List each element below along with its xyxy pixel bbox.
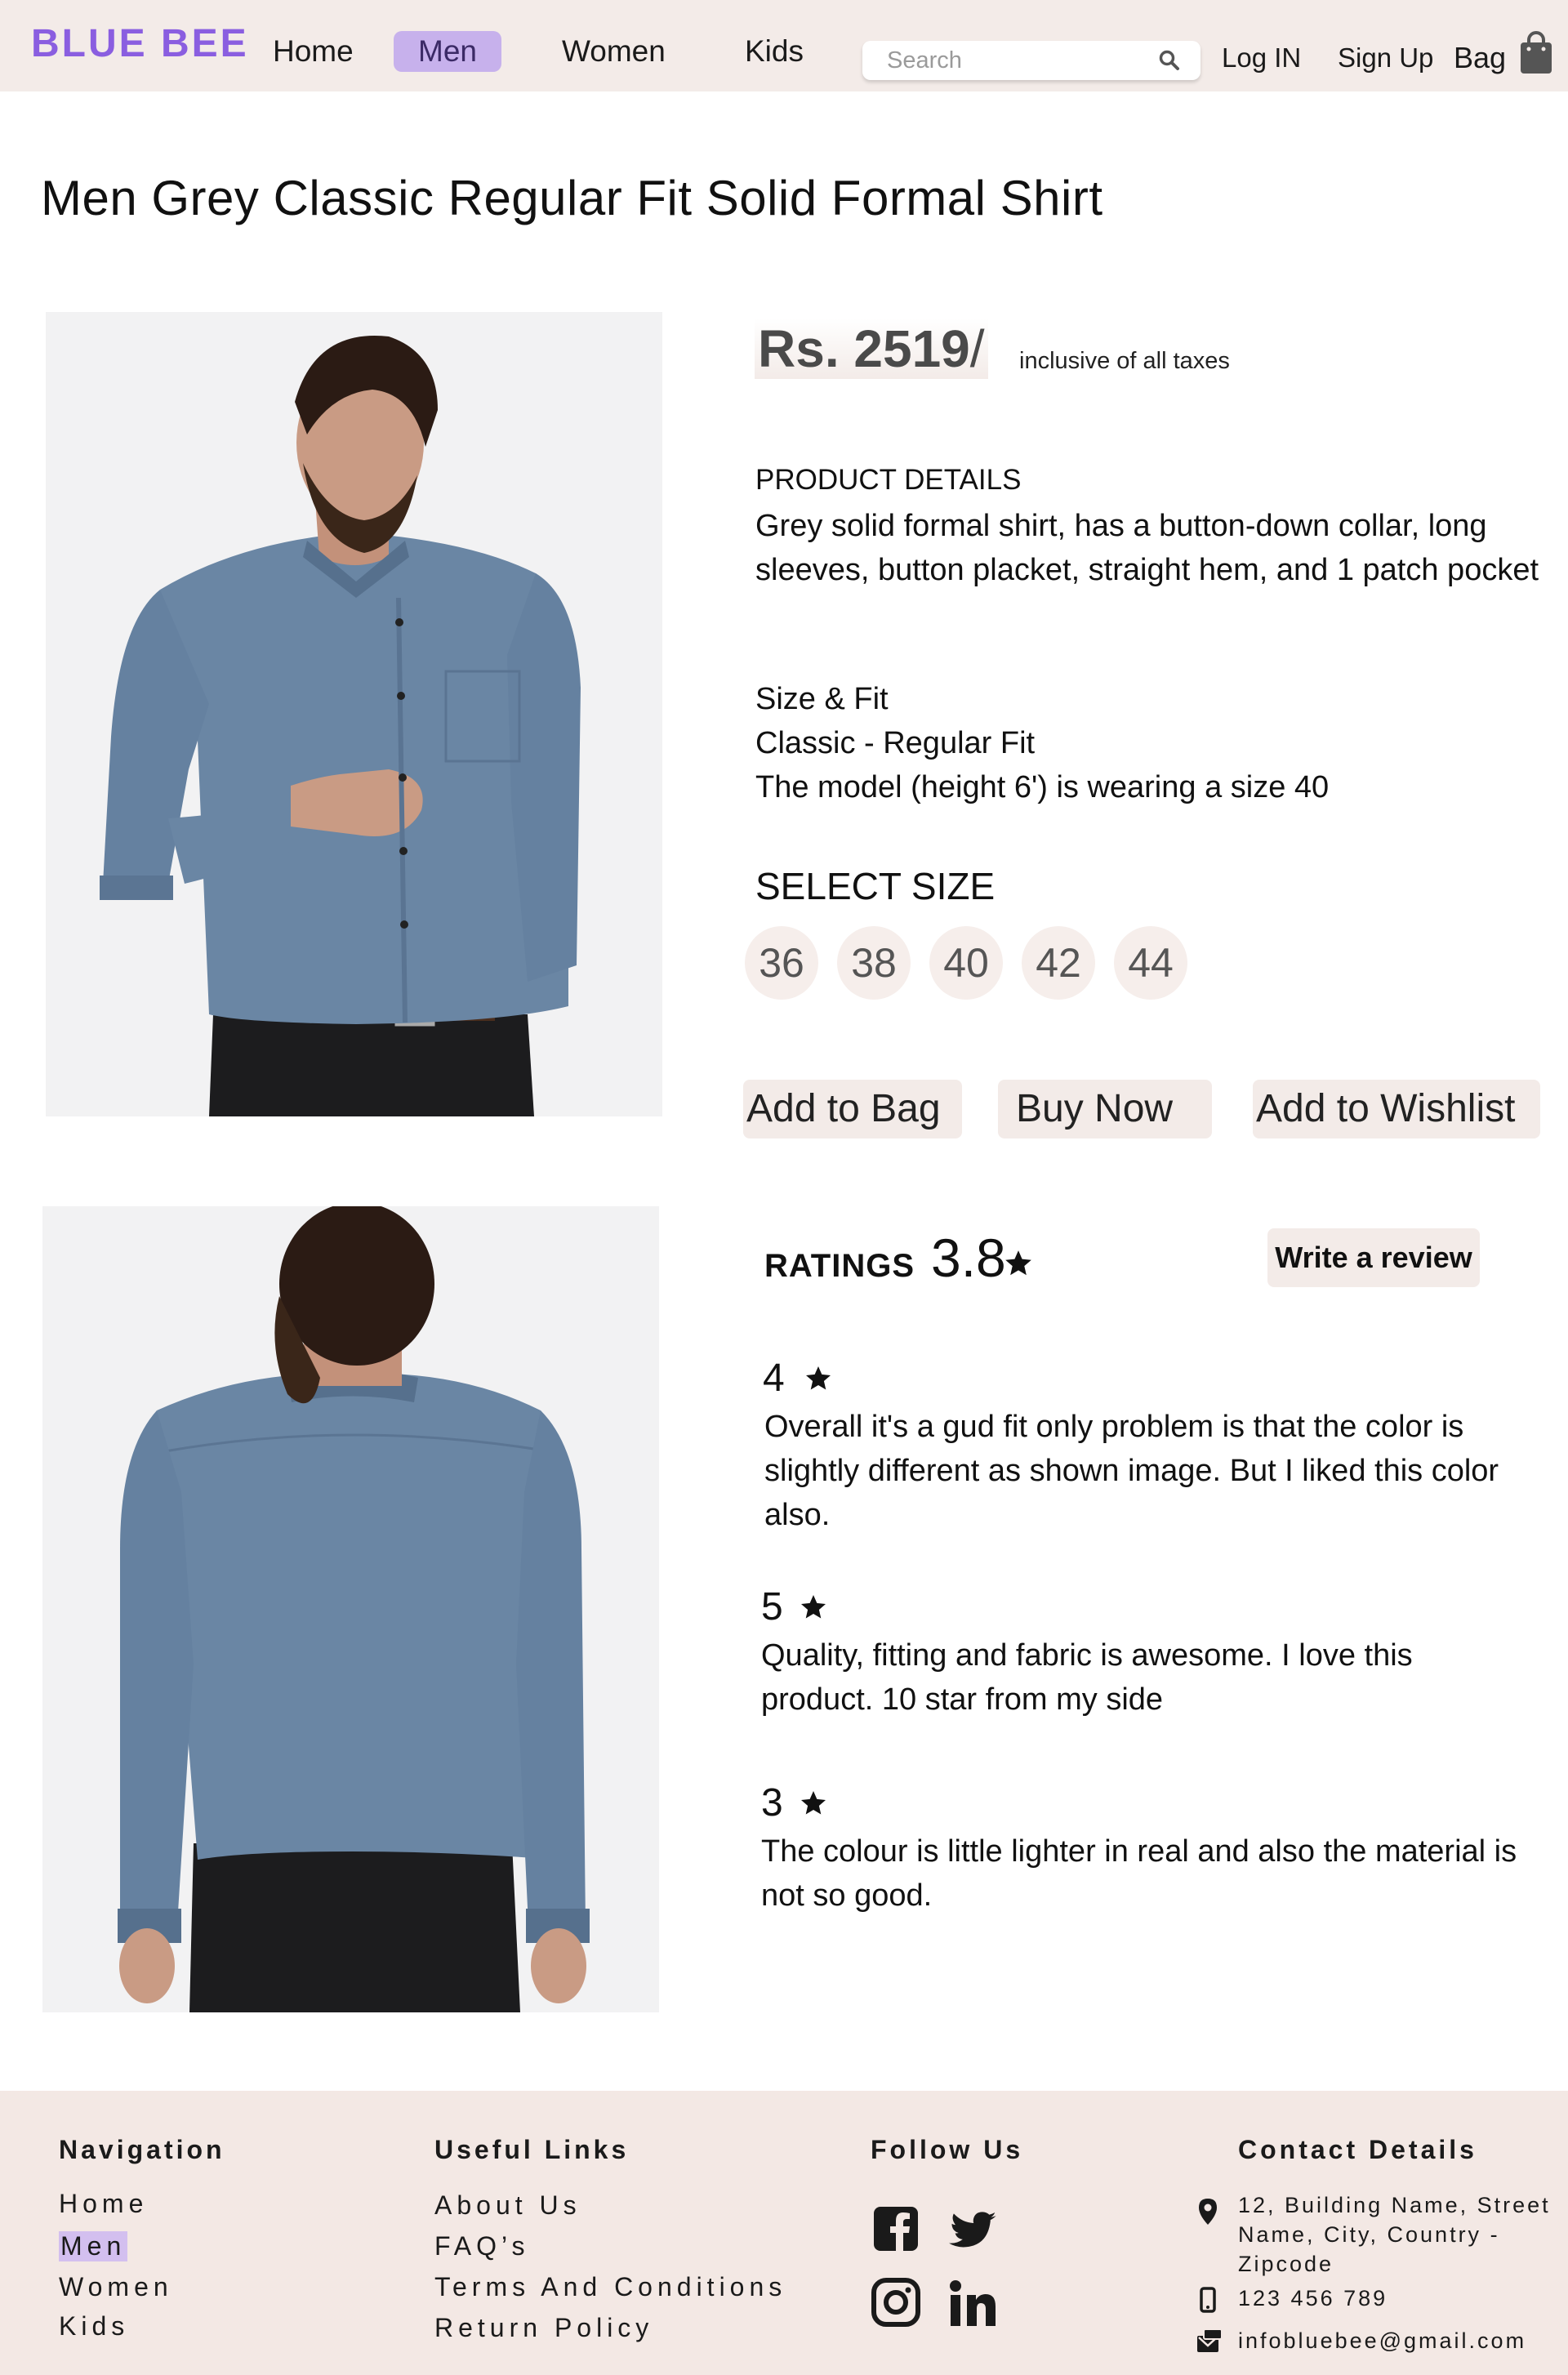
product-details-heading: PRODUCT DETAILS — [755, 464, 1022, 496]
write-review-button[interactable]: Write a review — [1267, 1228, 1480, 1287]
email-icon — [1196, 2328, 1223, 2358]
top-navbar: BLUE BEE Home Men Women Kids Search Log … — [0, 0, 1568, 91]
footer-link-men[interactable]: Men — [59, 2231, 128, 2261]
login-link[interactable]: Log IN — [1222, 42, 1301, 74]
review-score: 3 — [761, 1781, 783, 1825]
nav-kids[interactable]: Kids — [745, 34, 804, 69]
search-icon[interactable] — [1158, 49, 1181, 76]
average-rating: 3.8 — [931, 1228, 1006, 1288]
signup-link[interactable]: Sign Up — [1338, 42, 1433, 74]
review-text: Quality, fitting and fabric is awesome. … — [761, 1638, 1413, 1717]
size-option-38[interactable]: 38 — [837, 926, 911, 1000]
star-icon — [804, 1364, 833, 1397]
product-photo-back[interactable] — [42, 1206, 659, 2012]
footer-link-return-policy[interactable]: Return Policy — [434, 2313, 653, 2343]
price-suffix: / — [969, 319, 985, 378]
ratings-label: RATINGS — [764, 1248, 915, 1284]
nav-home[interactable]: Home — [273, 34, 354, 69]
product-price: Rs. 2519/ — [755, 319, 988, 379]
add-to-wishlist-button[interactable]: Add to Wishlist — [1253, 1080, 1540, 1138]
facebook-icon[interactable] — [872, 2205, 920, 2257]
product-title: Men Grey Classic Regular Fit Solid Forma… — [41, 171, 1103, 225]
page-footer: Navigation Home Men Women Kids Useful Li… — [0, 2091, 1568, 2375]
size-option-36[interactable]: 36 — [745, 926, 818, 1000]
contact-email[interactable]: infobluebee@gmail.com — [1238, 2326, 1565, 2355]
instagram-icon[interactable] — [871, 2277, 921, 2332]
location-pin-icon — [1196, 2197, 1220, 2230]
star-icon — [799, 1789, 828, 1822]
search-input[interactable]: Search — [862, 41, 1200, 80]
search-placeholder: Search — [887, 47, 962, 74]
size-option-42[interactable]: 42 — [1022, 926, 1095, 1000]
review-score: 4 — [763, 1357, 785, 1400]
footer-link-home[interactable]: Home — [59, 2189, 148, 2219]
model-size-note: The model (height 6') is wearing a size … — [755, 770, 1330, 804]
shopping-bag-icon[interactable] — [1519, 31, 1553, 79]
size-option-44[interactable]: 44 — [1114, 926, 1187, 1000]
footer-link-terms[interactable]: Terms And Conditions — [434, 2272, 786, 2302]
price-value: Rs. 2519 — [758, 319, 970, 378]
nav-men[interactable]: Men — [394, 31, 501, 72]
select-size-label: SELECT SIZE — [755, 865, 996, 907]
footer-link-faq[interactable]: FAQ’s — [434, 2231, 530, 2261]
footer-navigation-heading: Navigation — [59, 2135, 225, 2164]
star-icon — [799, 1593, 828, 1626]
footer-useful-links-heading: Useful Links — [434, 2135, 630, 2164]
contact-address: 12, Building Name, Street Name, City, Co… — [1238, 2193, 1551, 2276]
size-option-40[interactable]: 40 — [929, 926, 1003, 1000]
add-to-bag-button[interactable]: Add to Bag — [743, 1080, 962, 1138]
product-photo-front[interactable] — [46, 312, 662, 1116]
brand-logo[interactable]: BLUE BEE — [31, 21, 249, 66]
tax-note: inclusive of all taxes — [1019, 348, 1230, 374]
fit-type: Classic - Regular Fit — [755, 726, 1036, 760]
linkedin-icon[interactable] — [949, 2280, 996, 2330]
twitter-icon[interactable] — [944, 2207, 1001, 2258]
star-icon — [1003, 1248, 1034, 1283]
review-text: The colour is little lighter in real and… — [761, 1834, 1517, 1913]
product-details-text: Grey solid formal shirt, has a button-do… — [755, 509, 1539, 587]
footer-link-women[interactable]: Women — [59, 2272, 173, 2302]
buy-now-button[interactable]: Buy Now — [998, 1080, 1212, 1138]
review-score: 5 — [761, 1585, 783, 1629]
footer-link-about[interactable]: About Us — [434, 2190, 581, 2221]
nav-women[interactable]: Women — [562, 34, 666, 69]
size-fit-heading: Size & Fit — [755, 682, 889, 716]
bag-link[interactable]: Bag — [1454, 41, 1506, 75]
contact-phone: 123 456 789 — [1238, 2286, 1388, 2310]
footer-contact-heading: Contact Details — [1238, 2135, 1477, 2164]
footer-link-kids[interactable]: Kids — [59, 2311, 129, 2342]
review-text: Overall it's a gud fit only problem is t… — [764, 1410, 1499, 1532]
mobile-phone-icon — [1196, 2287, 1220, 2319]
footer-follow-heading: Follow Us — [871, 2135, 1024, 2164]
